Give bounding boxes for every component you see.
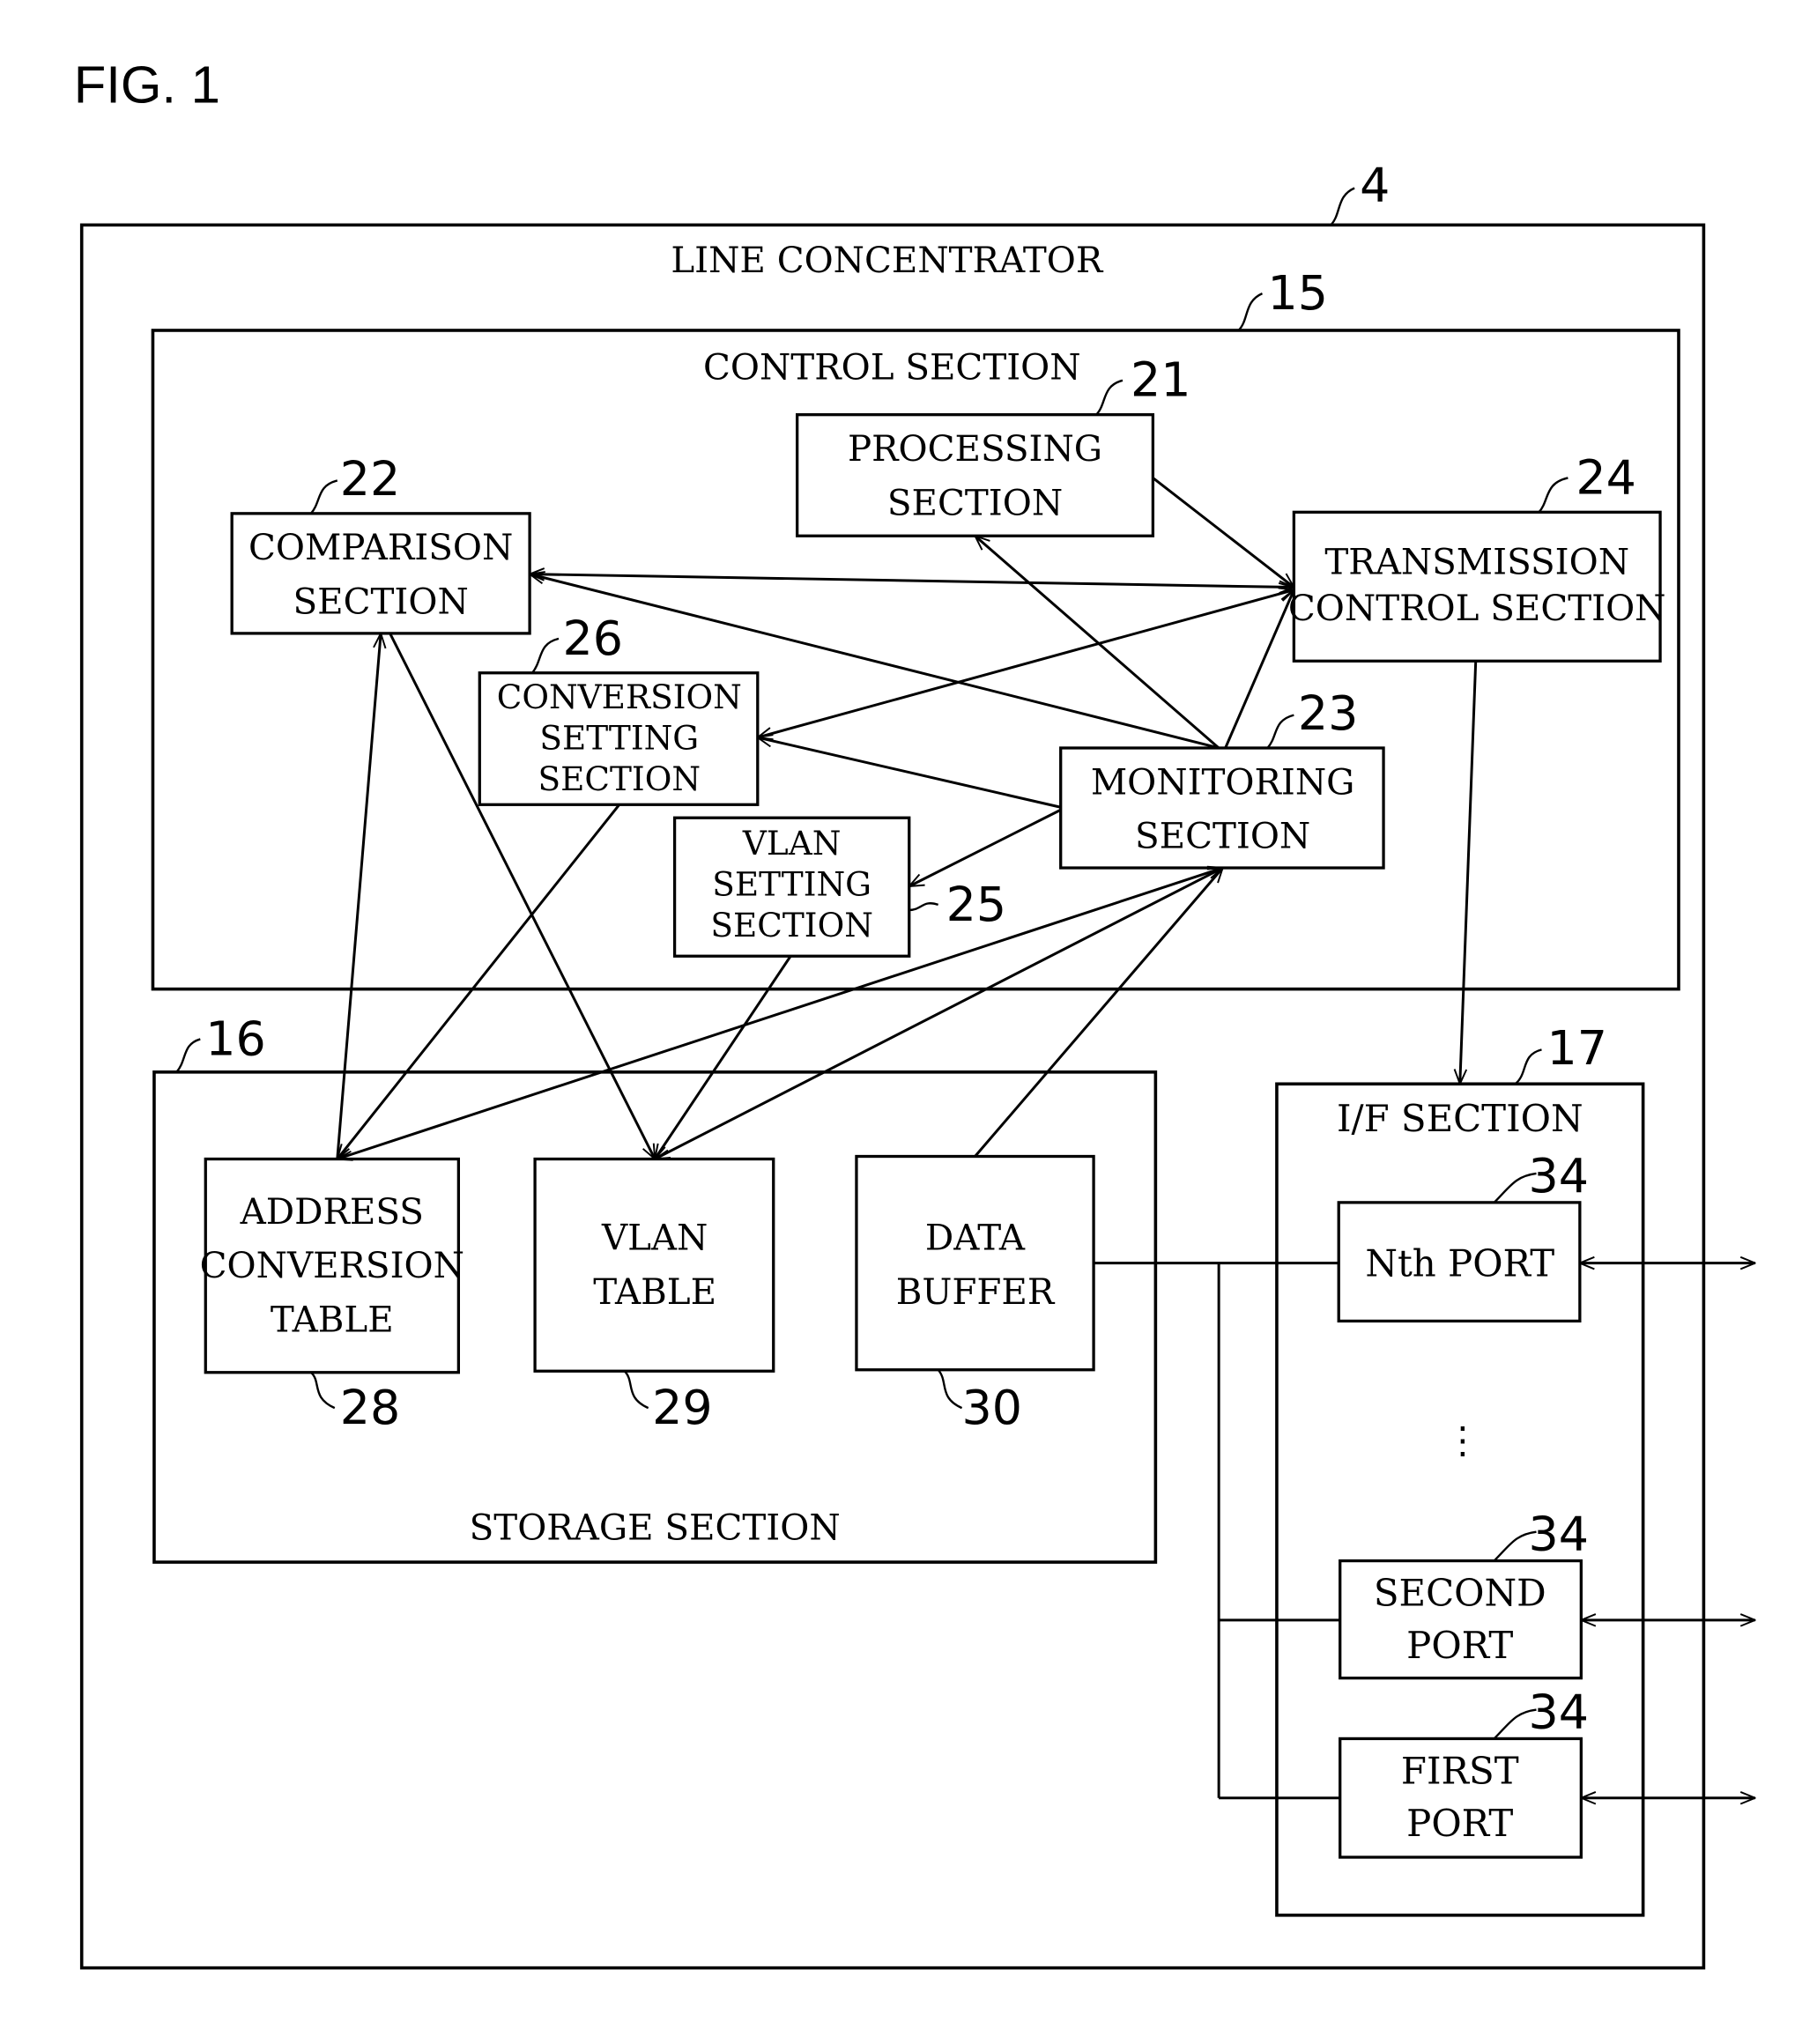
conversion-setting-line-1: CONVERSION bbox=[497, 678, 742, 716]
control-section-label: CONTROL SECTION bbox=[703, 346, 1081, 388]
ref-leader-25 bbox=[908, 902, 939, 912]
block-diagram: FIG. 1 LINE CONCENTRATOR 4 CONTROL SECTI… bbox=[74, 55, 1817, 1970]
arrow-data-buffer-to-monitoring bbox=[974, 868, 1223, 1158]
ref-34-second: 34 bbox=[1529, 1507, 1590, 1562]
arrow-conversion-to-address-table bbox=[337, 804, 620, 1159]
conversion-setting-line-2: SETTING bbox=[539, 718, 699, 757]
port-second-line-1: SECOND bbox=[1374, 1571, 1546, 1614]
monitoring-line-1: MONITORING bbox=[1091, 761, 1355, 803]
comparison-section-block: COMPARISON SECTION bbox=[230, 512, 531, 635]
data-buffer-line-2: BUFFER bbox=[896, 1271, 1056, 1313]
ref-22: 22 bbox=[340, 451, 400, 507]
ref-23: 23 bbox=[1298, 685, 1359, 741]
ref-17: 17 bbox=[1546, 1020, 1607, 1076]
address-conversion-table-block: ADDRESS CONVERSION TABLE bbox=[200, 1157, 464, 1374]
monitoring-section-block: MONITORING SECTION bbox=[1059, 746, 1385, 870]
arrow-transmission-to-if bbox=[1460, 661, 1478, 1084]
ref-34-nth: 34 bbox=[1529, 1148, 1590, 1203]
ref-25: 25 bbox=[946, 877, 1006, 932]
ref-leader-16 bbox=[175, 1038, 201, 1073]
arrow-vlan-setting-to-vlan-table bbox=[655, 955, 792, 1159]
processing-line-1: PROCESSING bbox=[848, 428, 1102, 470]
arrow-monitoring-to-transmission bbox=[1224, 590, 1295, 749]
port-first-line-1: FIRST bbox=[1401, 1749, 1519, 1792]
monitoring-line-2: SECTION bbox=[1135, 816, 1310, 857]
processing-section-block: PROCESSING SECTION bbox=[796, 413, 1155, 537]
conversion-setting-section-block: CONVERSION SETTING SECTION bbox=[478, 671, 760, 806]
vlan-table-line-1: VLAN bbox=[601, 1218, 708, 1259]
arrow-address-table-to-comparison bbox=[336, 633, 381, 1159]
port-nth: Nth PORT bbox=[1337, 1201, 1582, 1323]
figure-title: FIG. 1 bbox=[74, 55, 220, 114]
comparison-line-1: COMPARISON bbox=[248, 527, 513, 568]
comparison-line-2: SECTION bbox=[293, 581, 469, 622]
vlan-setting-line-1: VLAN bbox=[742, 824, 842, 863]
vlan-table-block: VLAN TABLE bbox=[533, 1157, 775, 1373]
storage-section-label: STORAGE SECTION bbox=[470, 1507, 841, 1549]
port-second: SECOND PORT bbox=[1339, 1559, 1583, 1680]
ref-29: 29 bbox=[652, 1380, 712, 1435]
ref-4: 4 bbox=[1360, 157, 1390, 212]
ref-15: 15 bbox=[1267, 265, 1328, 321]
arrow-monitoring-to-conversion bbox=[758, 737, 1062, 809]
data-buffer-block: DATA BUFFER bbox=[855, 1154, 1095, 1372]
transmission-line-1: TRANSMISSION bbox=[1324, 542, 1629, 583]
arrow-processing-to-transmission bbox=[1152, 477, 1294, 587]
port-first: FIRST PORT bbox=[1339, 1737, 1583, 1859]
ports-ellipsis: ⋮ bbox=[1444, 1418, 1481, 1462]
ref-leader-29 bbox=[623, 1370, 649, 1410]
address-table-line-1: ADDRESS bbox=[240, 1191, 424, 1233]
ref-leader-21 bbox=[1095, 379, 1124, 416]
ref-28: 28 bbox=[340, 1380, 400, 1435]
ref-leader-30 bbox=[937, 1368, 963, 1410]
address-table-line-3: TABLE bbox=[271, 1299, 394, 1340]
conversion-setting-line-3: SECTION bbox=[538, 759, 701, 798]
port-first-line-2: PORT bbox=[1406, 1802, 1513, 1845]
ref-leader-17 bbox=[1514, 1048, 1542, 1085]
vlan-table-line-2: TABLE bbox=[593, 1271, 716, 1313]
data-buffer-line-1: DATA bbox=[925, 1218, 1026, 1259]
ref-leader-24 bbox=[1538, 477, 1569, 514]
address-table-line-2: CONVERSION bbox=[200, 1245, 464, 1286]
ref-leader-22 bbox=[309, 479, 338, 515]
ref-24: 24 bbox=[1576, 449, 1636, 505]
ref-leader-23 bbox=[1266, 714, 1294, 749]
transmission-control-section-block: TRANSMISSION CONTROL SECTION bbox=[1288, 510, 1666, 663]
ref-30: 30 bbox=[962, 1380, 1023, 1435]
ref-leader-28 bbox=[310, 1371, 336, 1410]
ref-leader-26 bbox=[531, 637, 560, 674]
ref-21: 21 bbox=[1131, 352, 1190, 408]
ref-34-first: 34 bbox=[1529, 1684, 1590, 1739]
transmission-line-2: CONTROL SECTION bbox=[1288, 588, 1666, 629]
ref-26: 26 bbox=[562, 611, 623, 666]
arrow-conversion-transmission bbox=[758, 590, 1294, 737]
port-second-line-2: PORT bbox=[1406, 1624, 1513, 1667]
arrow-monitoring-to-vlan-setting bbox=[909, 808, 1062, 888]
ref-leader-15 bbox=[1237, 293, 1264, 331]
ref-16: 16 bbox=[205, 1011, 266, 1066]
vlan-setting-section-block: VLAN SETTING SECTION bbox=[672, 816, 911, 958]
line-concentrator-label: LINE CONCENTRATOR bbox=[671, 240, 1104, 281]
vlan-setting-line-3: SECTION bbox=[710, 906, 873, 944]
if-section-label: I/F SECTION bbox=[1337, 1097, 1583, 1140]
port-nth-label: Nth PORT bbox=[1365, 1242, 1554, 1285]
ref-leader-4 bbox=[1330, 187, 1355, 226]
vlan-setting-line-2: SETTING bbox=[712, 864, 871, 903]
processing-line-2: SECTION bbox=[887, 482, 1063, 523]
arrow-comparison-transmission bbox=[530, 574, 1294, 588]
